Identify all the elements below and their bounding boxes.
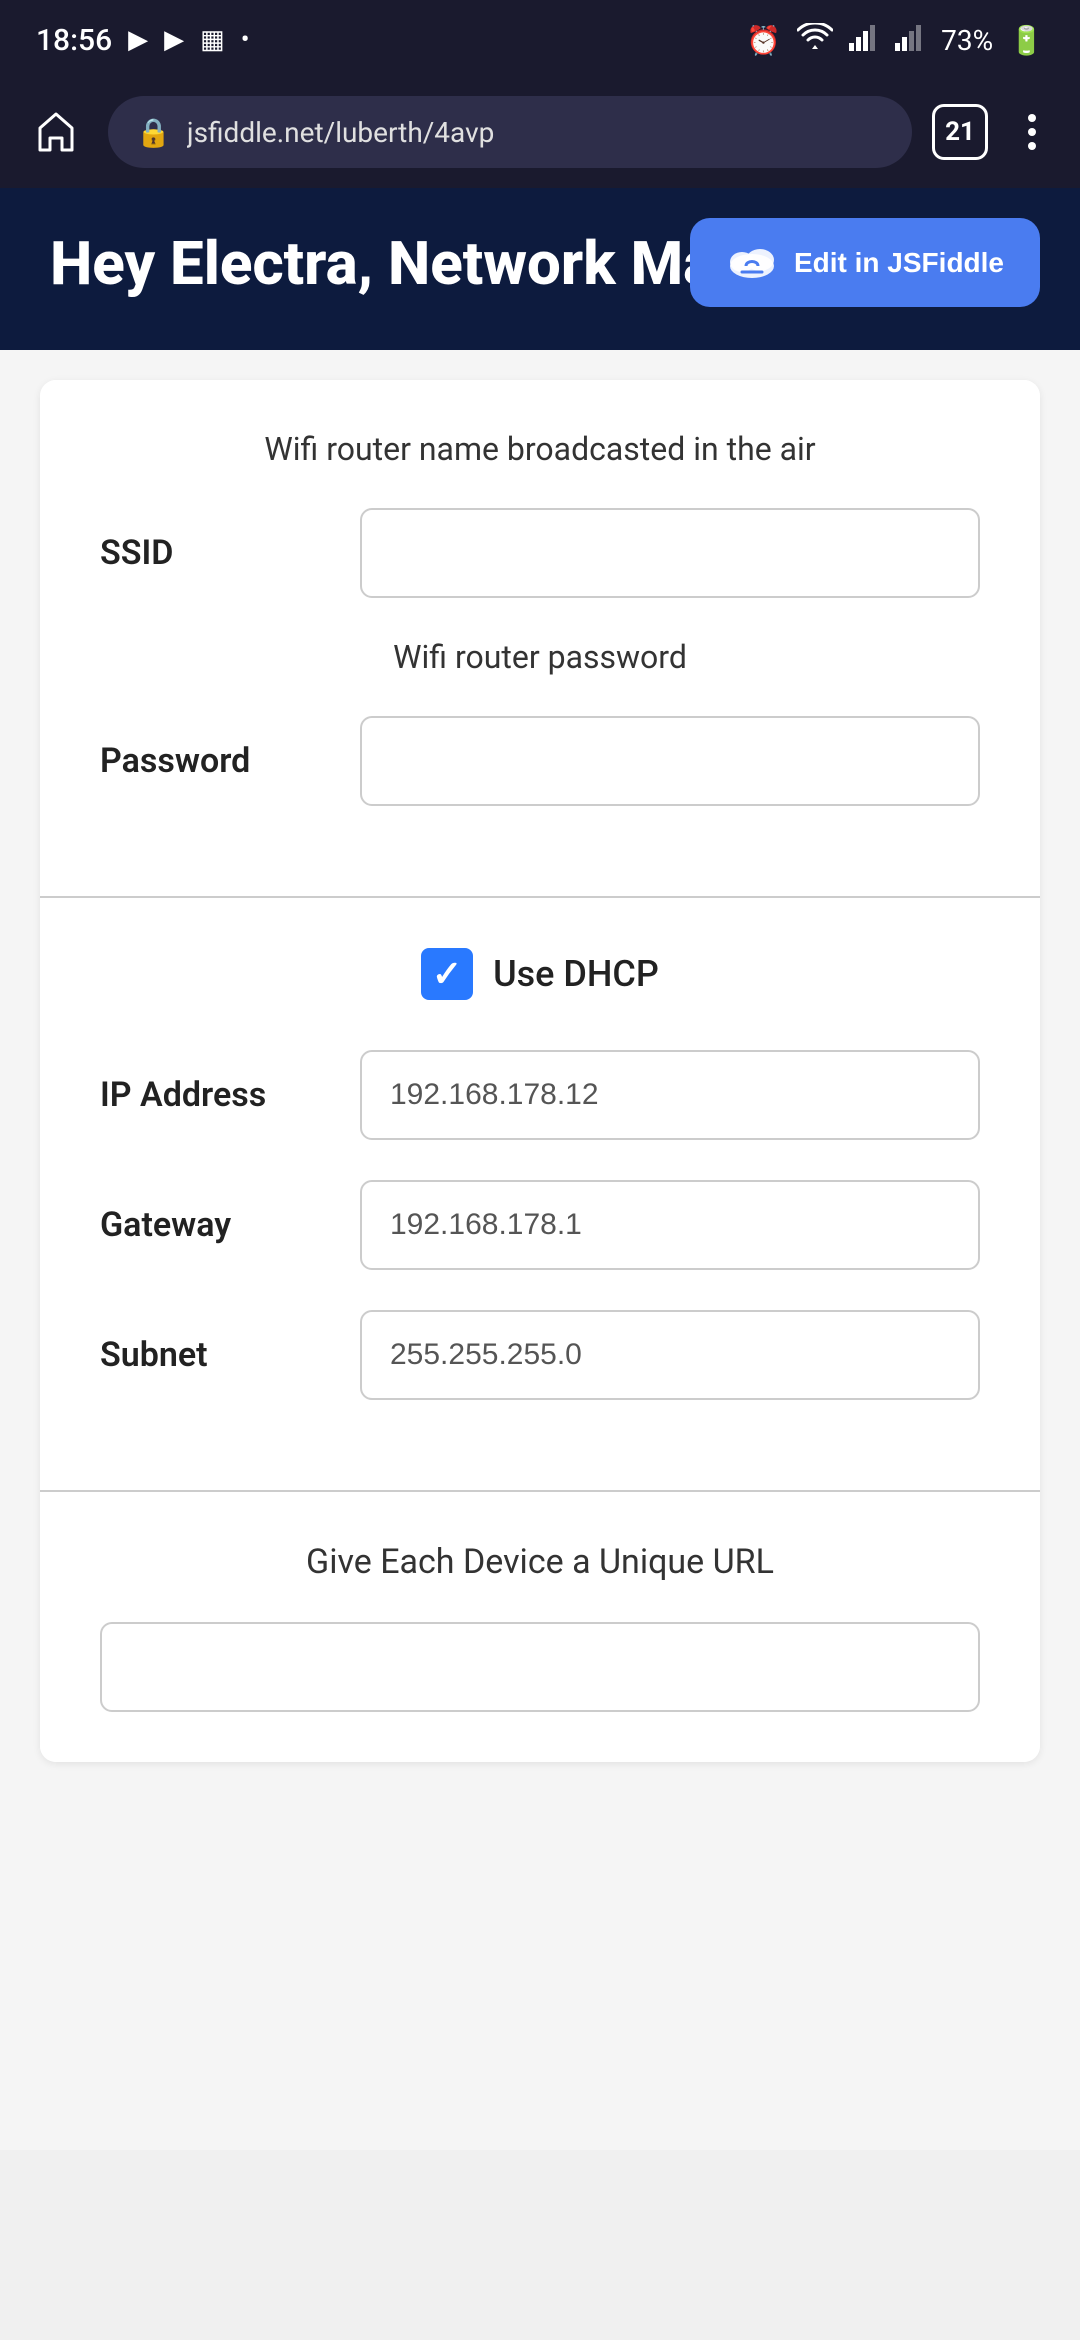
gateway-input[interactable] (360, 1180, 980, 1270)
edit-jsfiddle-button[interactable]: Edit in JSFiddle (690, 218, 1040, 307)
edit-jsfiddle-label: Edit in JSFiddle (794, 247, 1004, 279)
signal2-icon (895, 23, 925, 58)
subnet-input[interactable] (360, 1310, 980, 1400)
youtube-icon: ▶ (164, 25, 184, 55)
tab-count-button[interactable]: 21 (932, 104, 988, 160)
wifi-description: Wifi router name broadcasted in the air (100, 430, 980, 468)
url-text: jsfiddle.net/luberth/4avp (187, 116, 884, 149)
battery-percent: 73% (941, 24, 993, 57)
address-bar[interactable]: 🔒 jsfiddle.net/luberth/4avp (108, 96, 912, 168)
dhcp-label: Use DHCP (493, 953, 659, 995)
play-icon: ▶ (128, 25, 148, 55)
ip-address-input[interactable] (360, 1050, 980, 1140)
gateway-row: Gateway (100, 1180, 980, 1270)
alarm-icon: ⏰ (746, 24, 781, 57)
wifi-icon (797, 23, 833, 58)
url-input[interactable] (100, 1622, 980, 1712)
signal-icon (849, 23, 879, 58)
password-input[interactable] (360, 716, 980, 806)
cards-wrapper: Wifi router name broadcasted in the air … (40, 380, 1040, 1762)
password-row: Password (100, 716, 980, 806)
calendar-icon: ▦ (200, 25, 225, 55)
password-label: Password (100, 741, 320, 781)
browser-menu-button[interactable] (1008, 114, 1056, 150)
cloud-icon (726, 238, 778, 287)
ip-address-row: IP Address (100, 1050, 980, 1140)
subnet-label: Subnet (100, 1335, 320, 1375)
dot-icon: • (241, 25, 250, 55)
password-description: Wifi router password (100, 638, 980, 676)
status-left: 18:56 ▶ ▶ ▦ • (36, 23, 249, 58)
network-section: ✓ Use DHCP IP Address Gateway Subnet (40, 898, 1040, 1492)
ssid-label: SSID (100, 533, 320, 573)
battery-icon: 🔋 (1009, 24, 1044, 57)
app-header: Hey Electra, Network Manager Edit in JSF… (0, 188, 1080, 350)
home-button[interactable] (24, 100, 88, 164)
browser-chrome: 🔒 jsfiddle.net/luberth/4avp 21 (0, 80, 1080, 188)
url-section-title: Give Each Device a Unique URL (100, 1542, 980, 1612)
gateway-label: Gateway (100, 1205, 320, 1245)
dhcp-checkbox[interactable]: ✓ (421, 948, 473, 1000)
status-bar: 18:56 ▶ ▶ ▦ • ⏰ (0, 0, 1080, 80)
checkmark-icon: ✓ (432, 953, 462, 995)
main-content: Wifi router name broadcasted in the air … (0, 350, 1080, 2150)
status-right: ⏰ 73% 🔋 (746, 23, 1044, 58)
ip-address-label: IP Address (100, 1075, 320, 1115)
url-section: Give Each Device a Unique URL (40, 1492, 1040, 1762)
wifi-section: Wifi router name broadcasted in the air … (40, 380, 1040, 898)
status-time: 18:56 (36, 23, 112, 58)
ssid-row: SSID (100, 508, 980, 598)
lock-icon: 🔒 (136, 116, 171, 149)
subnet-row: Subnet (100, 1310, 980, 1400)
dhcp-row: ✓ Use DHCP (100, 948, 980, 1000)
ssid-input[interactable] (360, 508, 980, 598)
